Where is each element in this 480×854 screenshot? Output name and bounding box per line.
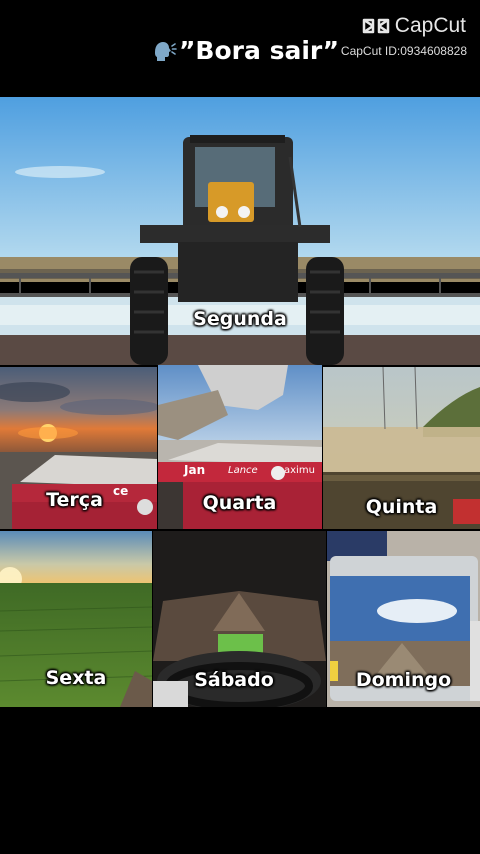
tile-quarta: Jan Lance aximu Quarta (158, 365, 322, 529)
tile-sabado: Sábado (153, 531, 326, 707)
capcut-brand-text: CapCut (394, 14, 466, 37)
day-label-terca: Terça (46, 489, 103, 511)
trailer-sign-jan: Jan (184, 463, 206, 477)
trailer-sign-lance: Lance (228, 465, 258, 476)
day-label-segunda: Segunda (193, 308, 287, 330)
day-label-quarta: Quarta (202, 492, 277, 514)
day-label-quinta: Quinta (365, 496, 438, 518)
day-label-sexta: Sexta (45, 667, 107, 689)
trailer-sign-maximum: aximu (284, 465, 315, 476)
capcut-id-text: CapCut ID:0934608828 (340, 44, 467, 58)
tile-segunda: Segunda (0, 97, 480, 365)
day-label-domingo: Domingo (355, 669, 452, 691)
tile-domingo: Domingo (327, 531, 480, 707)
tile-quinta: Quinta (323, 367, 480, 529)
day-label-sabado: Sábado (194, 669, 274, 691)
capcut-watermark: CapCut (361, 14, 466, 38)
video-caption: ”Bora sair” (151, 36, 339, 65)
tile-terca: ce Terça (0, 367, 157, 529)
capcut-logo-icon (362, 18, 390, 34)
tile-sexta: Sexta (0, 531, 152, 707)
speaking-head-icon (155, 41, 177, 61)
caption-text: ”Bora sair” (179, 36, 340, 65)
